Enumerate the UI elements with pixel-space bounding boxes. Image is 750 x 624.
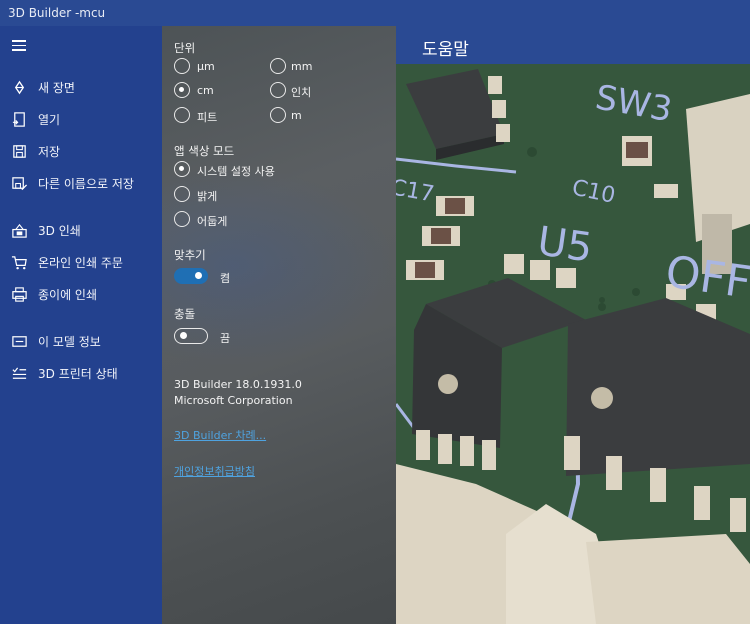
sidebar-item-printer-status[interactable]: 3D 프린터 상태 <box>0 358 162 388</box>
color-mode-heading: 앱 색상 모드 <box>174 144 235 158</box>
pcb-render: SW3 C10 C17 U5 OFF <box>396 64 750 624</box>
sidebar-item-label: 3D 인쇄 <box>38 223 81 238</box>
sidebar-item-3d-print[interactable]: 3D 인쇄 <box>0 215 162 245</box>
help-title: 도움말 <box>422 40 469 60</box>
collision-state-label: 끔 <box>220 332 231 345</box>
help-header: 도움말 <box>396 26 750 64</box>
hamburger-menu-icon[interactable] <box>12 40 26 51</box>
sidebar-item-label: 온라인 인쇄 주문 <box>38 255 123 270</box>
printer-status-icon <box>10 364 28 382</box>
color-mode-radio-light[interactable] <box>174 186 190 202</box>
info-icon <box>10 332 28 350</box>
collision-toggle[interactable] <box>174 328 208 344</box>
unit-label-inch: 인치 <box>291 86 312 99</box>
title-bar: 3D Builder -mcu <box>0 0 750 26</box>
save-as-icon <box>10 174 28 192</box>
sidebar-item-label: 이 모델 정보 <box>38 334 101 349</box>
unit-radio-cm[interactable] <box>174 82 190 98</box>
privacy-link[interactable]: 개인정보취급방침 <box>174 463 255 479</box>
unit-radio-feet[interactable] <box>174 107 190 123</box>
silkscreen-label-u5: U5 <box>535 218 596 271</box>
window-title: 3D Builder -mcu <box>8 6 106 20</box>
snap-state-label: 켬 <box>220 272 231 285</box>
sidebar-item-open[interactable]: 열기 <box>0 104 162 134</box>
snap-heading: 맞추기 <box>174 248 206 262</box>
unit-radio-mm[interactable] <box>270 58 286 74</box>
unit-label-cm: cm <box>197 84 214 97</box>
collision-heading: 충돌 <box>174 307 196 321</box>
save-icon <box>10 142 28 160</box>
app-company: Microsoft Corporation <box>174 394 293 407</box>
sidebar-item-order-online[interactable]: 온라인 인쇄 주문 <box>0 247 162 277</box>
unit-label-um: μm <box>197 60 215 73</box>
unit-label-mm: mm <box>291 60 313 73</box>
sidebar-item-save-as[interactable]: 다른 이름으로 저장 <box>0 168 162 198</box>
open-icon <box>10 110 28 128</box>
sidebar-item-label: 3D 프린터 상태 <box>38 366 118 381</box>
sidebar: 새 장면 열기 저장 다른 이름으로 저장 3D 인쇄 온라인 인쇄 주문 종이… <box>0 26 162 624</box>
sidebar-item-label: 다른 이름으로 저장 <box>38 176 134 191</box>
color-mode-label-system: 시스템 설정 사용 <box>197 165 275 178</box>
sidebar-item-label: 새 장면 <box>38 80 75 95</box>
unit-label-feet: 피트 <box>197 111 218 124</box>
snap-toggle[interactable] <box>174 268 208 284</box>
settings-panel: 단위 μm mm cm 인치 피트 m 앱 색상 모드 시스템 설정 사용 밝게… <box>162 26 396 624</box>
unit-radio-m[interactable] <box>270 107 286 123</box>
3d-viewport[interactable]: SW3 C10 C17 U5 OFF <box>396 64 750 624</box>
sidebar-item-new-scene[interactable]: 새 장면 <box>0 72 162 102</box>
sidebar-item-model-info[interactable]: 이 모델 정보 <box>0 326 162 356</box>
unit-label-m: m <box>291 109 302 122</box>
sidebar-item-label: 저장 <box>38 144 61 159</box>
cart-icon <box>10 253 28 271</box>
sidebar-item-label: 종이에 인쇄 <box>38 287 98 302</box>
units-heading: 단위 <box>174 41 196 55</box>
about-link[interactable]: 3D Builder 차례... <box>174 427 266 443</box>
printer-icon <box>10 285 28 303</box>
app-version: 3D Builder 18.0.1931.0 <box>174 378 302 391</box>
color-mode-radio-system[interactable] <box>174 161 190 177</box>
color-mode-label-light: 밝게 <box>197 190 218 203</box>
3d-print-icon <box>10 221 28 239</box>
sidebar-item-print-paper[interactable]: 종이에 인쇄 <box>0 279 162 309</box>
sidebar-item-save[interactable]: 저장 <box>0 136 162 166</box>
color-mode-radio-dark[interactable] <box>174 211 190 227</box>
unit-radio-um[interactable] <box>174 58 190 74</box>
color-mode-label-dark: 어둡게 <box>197 215 228 228</box>
unit-radio-inch[interactable] <box>270 82 286 98</box>
sidebar-item-label: 열기 <box>38 112 61 127</box>
new-scene-icon <box>10 78 28 96</box>
